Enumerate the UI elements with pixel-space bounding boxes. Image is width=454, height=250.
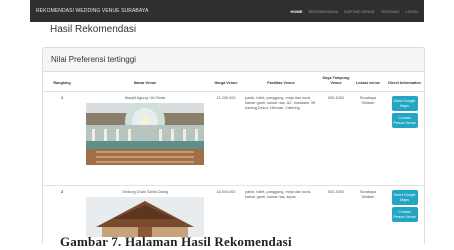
- contact-person-button[interactable]: Contact Person Venue: [391, 207, 418, 223]
- brand-title[interactable]: REKOMENDASI WEDDING VENUE SURABAYA: [36, 8, 148, 14]
- venue-photo: [86, 103, 204, 165]
- header-capacity: Daya Tampung Venue: [319, 72, 353, 92]
- header-location: Lokasi venue: [353, 72, 383, 92]
- table-row: 1 Masjid Agung / Al-Shofa 21.000.000 par…: [43, 91, 424, 186]
- direct-google-maps-button[interactable]: Direct Google Maps: [391, 96, 418, 112]
- figure-caption: Gambar 7. Halaman Hasil Rekomendasi: [60, 234, 292, 249]
- header-rank: Rangking: [43, 72, 81, 92]
- header-price: Harga Venue: [209, 72, 243, 92]
- table-header-row: Rangking Nama Venue Harga Venue Fasilita…: [43, 72, 424, 92]
- nav-login[interactable]: LOGIN: [406, 9, 418, 14]
- row-venue-name: Gedung Grahi Satria Dolog: [122, 190, 168, 194]
- row-price: 21.000.000: [209, 91, 243, 186]
- panel-heading: Nilai Preferensi tertinggi: [43, 48, 424, 72]
- row-capacity: 500-1000: [327, 190, 345, 194]
- row-rank: 2: [60, 190, 64, 194]
- nav-daftar-venue[interactable]: DAFTAR VENUE: [344, 9, 375, 14]
- nav-links: HOME REKOMENDASI DAFTAR VENUE TENTANG LO…: [291, 9, 418, 14]
- venue-photo: [86, 197, 204, 237]
- results-table: Rangking Nama Venue Harga Venue Fasilita…: [43, 72, 424, 242]
- direct-google-maps-button[interactable]: Direct Google Maps: [391, 190, 418, 206]
- nav-home[interactable]: HOME: [291, 9, 303, 14]
- row-capacity: 500-1000: [319, 91, 353, 186]
- row-direct-cell: Direct Google Maps Contact Person Venue: [383, 91, 424, 186]
- header-facilities: Fasilitas Venue: [243, 72, 319, 92]
- page-title: Hasil Rekomendasi: [50, 24, 137, 35]
- top-navbar: REKOMENDASI WEDDING VENUE SURABAYA HOME …: [30, 0, 424, 22]
- row-venue-cell: Gedung Grahi Satria Dolog: [81, 186, 209, 242]
- nav-tentang[interactable]: TENTANG: [381, 9, 400, 14]
- table-row: 2 Gedung Grahi Satria Dolog 18.000.000 p…: [43, 186, 424, 242]
- row-facilities: parkir, toilet, panggung, meja dan kursi…: [245, 190, 312, 199]
- header-direct: Direct Information: [383, 72, 424, 92]
- row-venue-name: Masjid Agung / Al-Shofa: [124, 96, 166, 100]
- contact-person-button[interactable]: Contact Person Venue: [391, 113, 418, 129]
- header-name: Nama Venue: [81, 72, 209, 92]
- row-facilities: parkir, toilet, panggung, meja dan kursi…: [243, 91, 319, 186]
- row-venue-cell: Masjid Agung / Al-Shofa: [81, 91, 209, 186]
- results-panel: Nilai Preferensi tertinggi Rangking Nama…: [42, 47, 425, 244]
- row-location: Surabaya Selatan: [359, 190, 377, 199]
- nav-rekomendasi[interactable]: REKOMENDASI: [309, 9, 339, 14]
- row-location: Surabaya Selatan: [353, 91, 383, 186]
- row-price: 18.000.000: [216, 190, 236, 194]
- row-direct-cell: Direct Google Maps Contact Person Venue: [383, 186, 424, 242]
- row-rank: 1: [43, 91, 81, 186]
